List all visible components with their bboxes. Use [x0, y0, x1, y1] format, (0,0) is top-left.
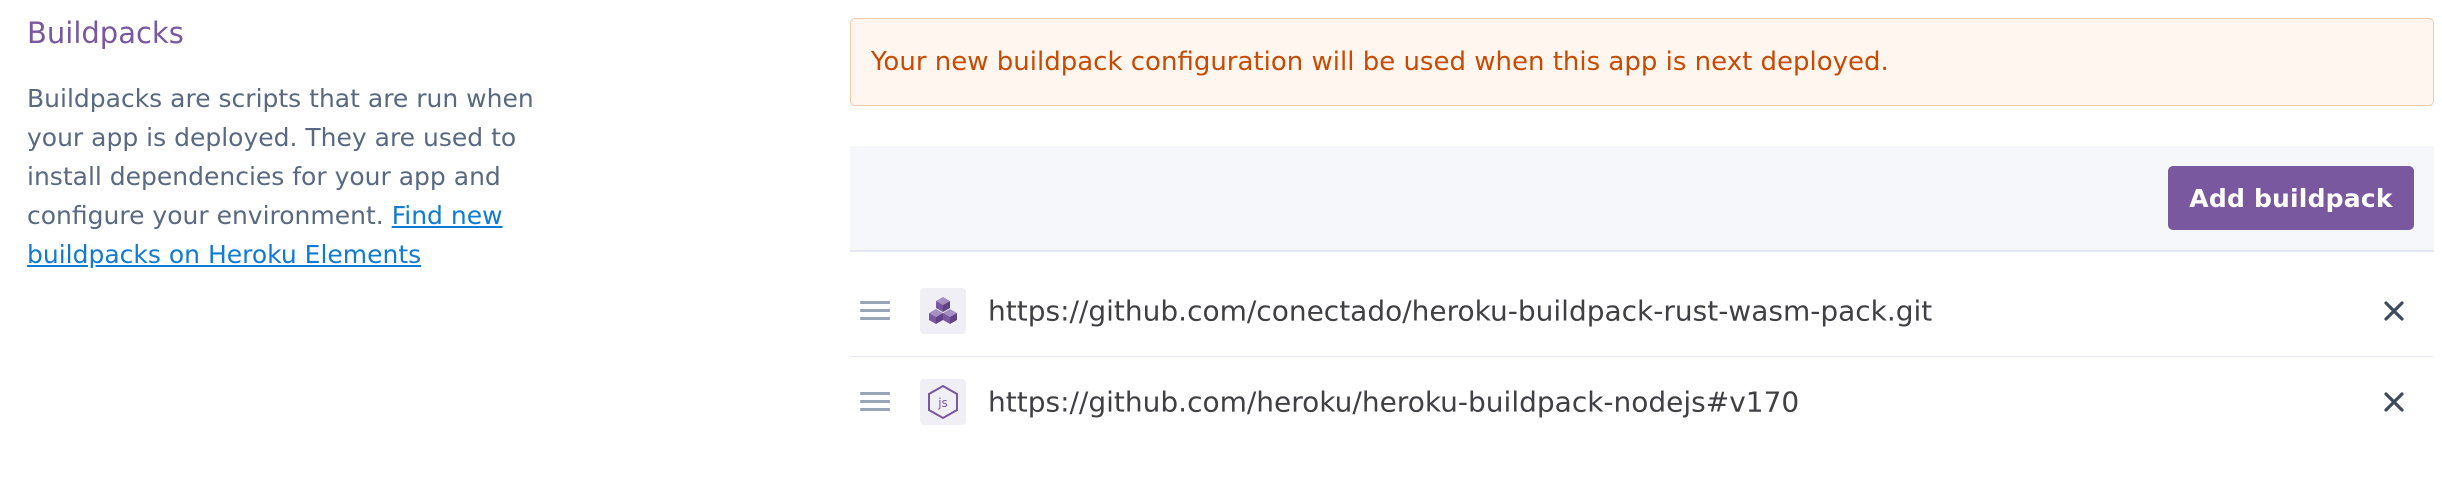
svg-text:js: js — [937, 396, 948, 410]
buildpack-url: https://github.com/heroku/heroku-buildpa… — [988, 385, 1800, 418]
buildpack-list: https://github.com/conectado/heroku-buil… — [850, 266, 2434, 446]
drag-handle-icon[interactable] — [860, 391, 890, 412]
config-notice: Your new buildpack configuration will be… — [850, 18, 2434, 106]
buildpacks-settings-section: Buildpacks Buildpacks are scripts that a… — [0, 0, 2442, 486]
config-notice-text: Your new buildpack configuration will be… — [871, 47, 1889, 77]
buildpack-url: https://github.com/conectado/heroku-buil… — [988, 294, 1933, 328]
drag-handle-icon[interactable] — [860, 301, 890, 321]
buildpacks-toolbar: Add buildpack — [850, 146, 2434, 252]
buildpacks-panel: Your new buildpack configuration will be… — [850, 18, 2434, 446]
section-description: Buildpacks are scripts that are run when… — [27, 79, 587, 274]
nodejs-icon: js — [920, 378, 966, 425]
remove-buildpack-close-icon[interactable] — [2380, 297, 2408, 325]
cubes-icon — [920, 288, 966, 334]
section-info: Buildpacks Buildpacks are scripts that a… — [27, 14, 587, 274]
buildpack-row: https://github.com/conectado/heroku-buil… — [850, 266, 2434, 356]
remove-buildpack-close-icon[interactable] — [2380, 388, 2408, 416]
buildpack-row: js https://github.com/heroku/heroku-buil… — [850, 356, 2434, 446]
add-buildpack-button[interactable]: Add buildpack — [2168, 166, 2414, 230]
section-title: Buildpacks — [27, 16, 184, 50]
